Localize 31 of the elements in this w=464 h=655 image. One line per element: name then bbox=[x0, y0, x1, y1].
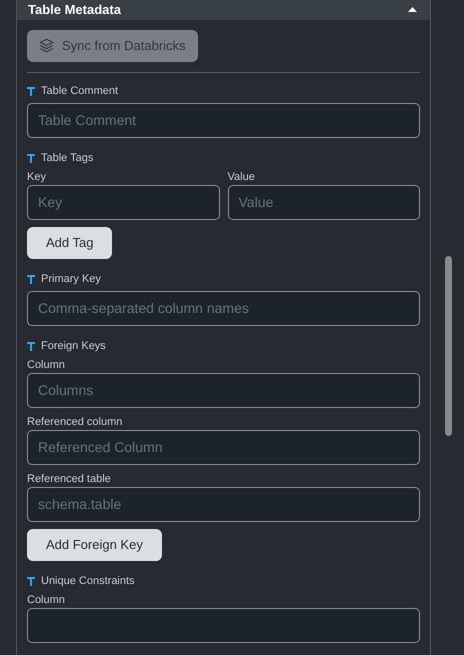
type-icon bbox=[27, 154, 35, 162]
input-field[interactable]: Comma-separated column names bbox=[27, 290, 420, 326]
field-label: Value bbox=[228, 170, 256, 184]
field-label: Referenced column bbox=[27, 414, 124, 428]
add-button[interactable]: Add Foreign Key bbox=[27, 528, 162, 560]
field-label: Referenced table bbox=[27, 472, 112, 486]
panel-title: Table Metadata bbox=[28, 1, 121, 19]
input-field[interactable] bbox=[27, 608, 420, 642]
scrollbar-thumb[interactable] bbox=[445, 256, 452, 436]
layers-icon bbox=[39, 38, 54, 53]
panel-header[interactable]: Table Metadata bbox=[17, 0, 430, 20]
type-icon bbox=[27, 576, 35, 586]
input-field[interactable]: schema.table bbox=[27, 486, 420, 522]
field-label: Column bbox=[27, 592, 66, 606]
section-label: Unique Constraints bbox=[41, 574, 135, 588]
add-button[interactable]: Add Tag bbox=[27, 226, 112, 258]
input-field[interactable]: Key bbox=[27, 184, 220, 220]
field-label: Key bbox=[27, 170, 47, 184]
section-label: Primary Key bbox=[41, 272, 101, 286]
type-icon bbox=[27, 86, 35, 96]
caret-up-icon[interactable] bbox=[408, 7, 417, 12]
type-icon bbox=[27, 274, 35, 284]
input-field[interactable]: Table Comment bbox=[27, 102, 420, 138]
field-label: Column bbox=[27, 358, 66, 372]
input-field[interactable]: Value bbox=[228, 184, 420, 220]
section-label: Foreign Keys bbox=[41, 340, 106, 352]
section-label: Table Comment bbox=[41, 84, 118, 98]
type-icon bbox=[27, 342, 35, 350]
section-label: Table Tags bbox=[41, 152, 94, 164]
input-field[interactable]: Columns bbox=[27, 372, 420, 408]
input-field[interactable]: Referenced Column bbox=[27, 430, 420, 464]
